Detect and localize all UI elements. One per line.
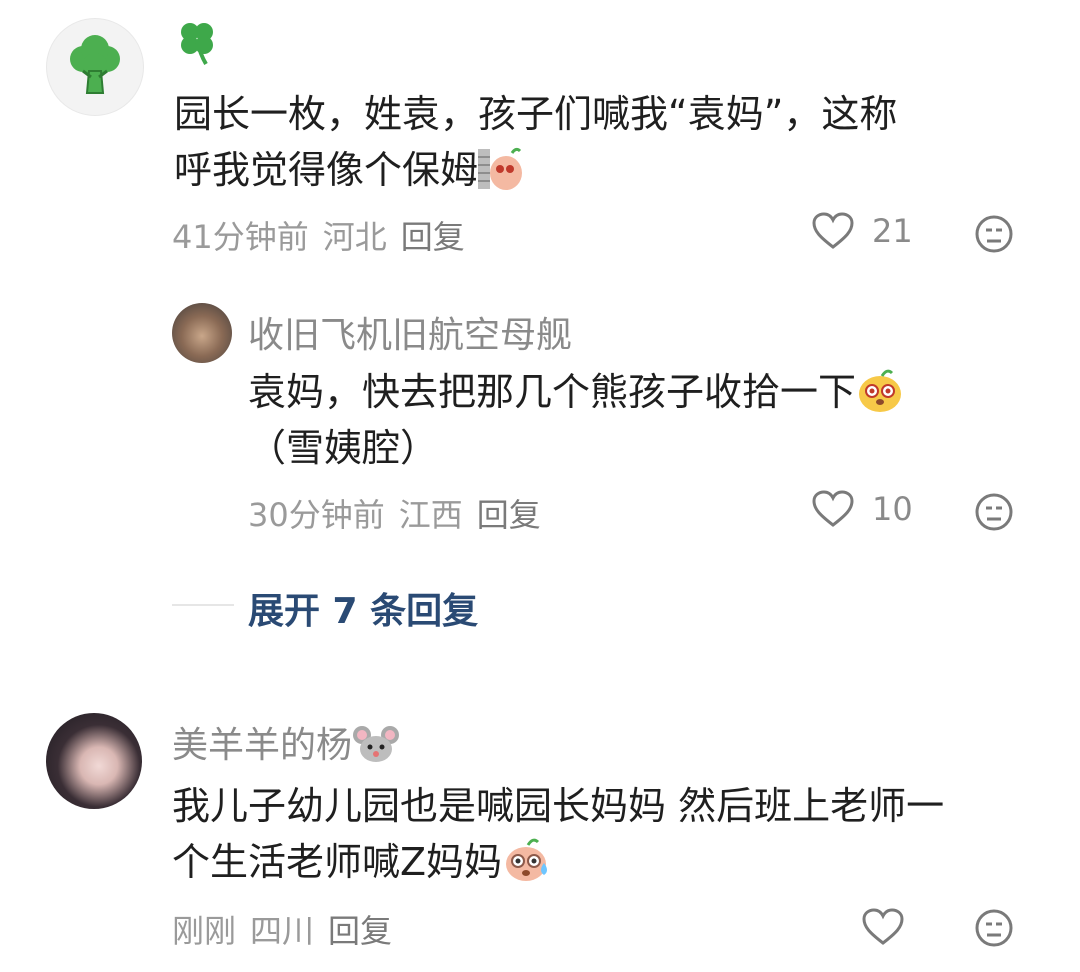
- heart-icon: [812, 212, 854, 249]
- reply-text: 袁妈，快去把那几个熊孩子收拾一下 （雪姨腔）: [248, 364, 1048, 476]
- location: 河北: [322, 218, 387, 256]
- expand-replies-button[interactable]: 展开 7 条回复: [248, 582, 478, 634]
- timestamp: 41分钟前: [172, 218, 309, 256]
- reply-button[interactable]: 回复: [477, 496, 541, 534]
- heart-icon: [812, 490, 854, 527]
- avatar[interactable]: [46, 713, 142, 809]
- reply-meta: 30分钟前 江西 回复: [248, 490, 555, 536]
- four-leaf-clover-icon: [181, 23, 213, 66]
- like-button[interactable]: 21: [812, 212, 913, 250]
- comment-meta: 刚刚 四川 回复: [172, 906, 406, 952]
- broccoli-icon: [70, 35, 120, 94]
- timestamp: 30分钟前: [248, 496, 385, 534]
- mouse-face-icon: [353, 726, 400, 762]
- reply-button[interactable]: 回复: [328, 912, 392, 950]
- location: 江西: [398, 496, 463, 534]
- reply-text-line: 袁妈，快去把那几个熊孩子收拾一下: [248, 364, 1048, 420]
- reply-username[interactable]: 收旧飞机旧航空母舰: [248, 306, 572, 358]
- comment-text: 我儿子幼儿园也是喊园长妈妈 然后班上老师一 个生活老师喊Z妈妈: [172, 778, 1052, 890]
- surprised-emoji-icon: [859, 369, 902, 412]
- peeking-emoji-icon: [478, 147, 523, 190]
- comment-text-line: 我儿子幼儿园也是喊园长妈妈 然后班上老师一: [172, 784, 945, 828]
- reply-avatar[interactable]: [172, 303, 232, 363]
- avatar[interactable]: [46, 18, 144, 116]
- like-count: 10: [872, 490, 913, 528]
- heart-icon: [862, 908, 904, 945]
- dislike-face-icon[interactable]: [974, 492, 1014, 532]
- comment-text-line: 园长一枚，姓袁，孩子们喊我“袁妈”，这称: [174, 92, 898, 136]
- expand-divider: [172, 604, 234, 606]
- dislike-face-icon[interactable]: [974, 214, 1014, 254]
- comment-text-line: 个生活老师喊Z妈妈: [172, 834, 1052, 890]
- sweating-emoji-icon: [506, 838, 548, 881]
- username[interactable]: 美羊羊的杨: [172, 716, 400, 768]
- reply-text-line: （雪姨腔）: [248, 426, 439, 470]
- timestamp: 刚刚: [172, 912, 237, 950]
- like-button[interactable]: [862, 908, 904, 946]
- dislike-face-icon[interactable]: [974, 908, 1014, 948]
- comment-text-line: 呼我觉得像个保姆: [174, 142, 1054, 198]
- like-count: 21: [872, 212, 913, 250]
- comment-text: 园长一枚，姓袁，孩子们喊我“袁妈”，这称 呼我觉得像个保姆: [174, 86, 1054, 198]
- comment-meta: 41分钟前 河北 回复: [172, 212, 479, 258]
- reply-button[interactable]: 回复: [401, 218, 465, 256]
- location: 四川: [250, 912, 315, 950]
- like-button[interactable]: 10: [812, 490, 913, 528]
